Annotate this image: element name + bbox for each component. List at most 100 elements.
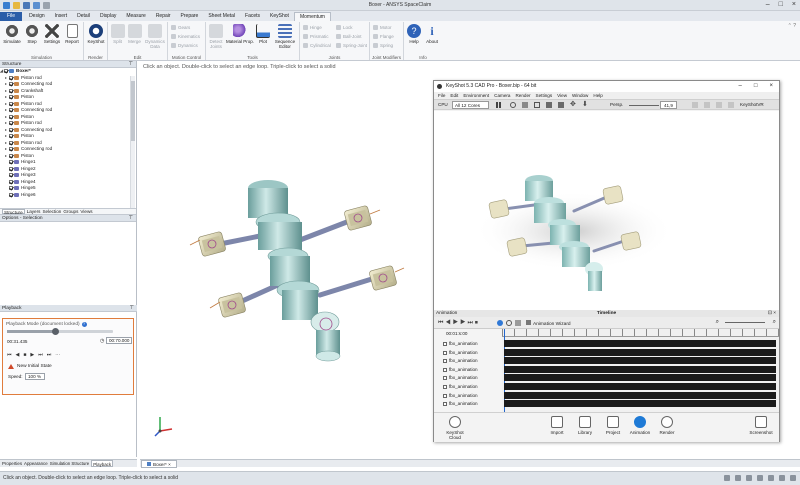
menu-render[interactable]: Render: [515, 92, 530, 99]
keyshot-button[interactable]: KeyShot: [86, 24, 106, 44]
step-button[interactable]: Step: [24, 24, 40, 44]
menu-camera[interactable]: Camera: [494, 92, 510, 99]
tab-groups[interactable]: Groups: [63, 209, 78, 214]
tab-keyshot[interactable]: KeyShot: [265, 12, 294, 21]
project-button[interactable]: Project: [602, 416, 624, 435]
tab-playback[interactable]: Playback: [91, 460, 114, 467]
track-checkbox[interactable]: [443, 393, 447, 398]
track-row[interactable]: fbx_animation: [443, 392, 478, 400]
track-checkbox[interactable]: [443, 402, 447, 407]
tool-icon-b[interactable]: [704, 102, 710, 108]
lock-camera-icon[interactable]: [546, 102, 552, 108]
skip-end-icon[interactable]: ⏭: [47, 352, 52, 358]
pause-icon[interactable]: [496, 102, 498, 108]
design-viewport[interactable]: [140, 74, 435, 456]
visibility-checkbox[interactable]: [9, 88, 13, 93]
tab-selection[interactable]: Selection: [42, 209, 61, 214]
timeline[interactable]: [502, 329, 779, 412]
visibility-checkbox[interactable]: [9, 108, 13, 113]
units-icon[interactable]: [779, 475, 785, 481]
tab-momentum[interactable]: Momentum: [293, 12, 331, 21]
zoom-in-icon[interactable]: ⌕: [773, 319, 776, 326]
tool-icon-a[interactable]: [692, 102, 698, 108]
visibility-checkbox[interactable]: [9, 121, 13, 126]
visibility-checkbox[interactable]: [9, 192, 13, 197]
record-icon[interactable]: [497, 320, 503, 326]
cylindrical-button[interactable]: Cylindrical: [303, 43, 331, 49]
visibility-checkbox[interactable]: [9, 127, 13, 132]
scrollbar-thumb[interactable]: [131, 81, 135, 141]
timeline-bar[interactable]: [504, 400, 776, 408]
visibility-checkbox[interactable]: [9, 160, 13, 165]
visibility-checkbox[interactable]: [9, 82, 13, 87]
menu-edit[interactable]: Edit: [450, 92, 458, 99]
ball-joint-button[interactable]: Ball-Joint: [336, 34, 362, 40]
zoom-out-icon[interactable]: ⌕: [716, 319, 719, 326]
display-icon[interactable]: [768, 475, 774, 481]
cpu-dropdown[interactable]: All 12 Cores: [452, 101, 490, 109]
keyshot-cloud-button[interactable]: KeyShot Cloud: [440, 416, 470, 440]
visibility-checkbox[interactable]: [9, 179, 13, 184]
import-button[interactable]: Import: [546, 416, 568, 435]
tab-sheet-metal[interactable]: Sheet Metal: [203, 12, 240, 21]
close-button[interactable]: ×: [792, 1, 796, 8]
visibility-checkbox[interactable]: [9, 134, 13, 139]
perspective-slider[interactable]: [629, 105, 659, 106]
visibility-checkbox[interactable]: [9, 101, 13, 106]
merge-button[interactable]: Merge: [126, 24, 143, 44]
dynamics-button[interactable]: Dynamics: [171, 43, 198, 49]
tab-simulation-structure[interactable]: Simulation Structure: [50, 460, 90, 467]
play-icon[interactable]: ▶: [30, 352, 34, 358]
menu-help[interactable]: Help: [593, 92, 602, 99]
visibility-checkbox[interactable]: [9, 114, 13, 119]
pin-icon[interactable]: ⊤: [129, 215, 133, 222]
settings-icon[interactable]: [522, 102, 528, 108]
timeline-bar[interactable]: [504, 365, 776, 373]
menu-window[interactable]: Window: [572, 92, 588, 99]
tab-detail[interactable]: Detail: [72, 12, 95, 21]
track-checkbox[interactable]: [443, 385, 447, 389]
snap-icon[interactable]: [746, 475, 752, 481]
visibility-checkbox[interactable]: [9, 75, 13, 80]
tab-measure[interactable]: Measure: [121, 12, 150, 21]
tab-layers[interactable]: Layers: [27, 209, 41, 214]
track-checkbox[interactable]: [443, 367, 447, 372]
material-prop-button[interactable]: Material Prop.: [226, 24, 254, 44]
perspective-field[interactable]: 41,9: [660, 101, 677, 109]
timeline-bar[interactable]: [504, 357, 776, 365]
tab-facets[interactable]: Facets: [240, 12, 265, 21]
pin-icon[interactable]: ⊤: [129, 61, 133, 68]
track-row[interactable]: fbx_animation: [443, 366, 478, 374]
menu-view[interactable]: View: [557, 92, 567, 99]
simulate-button[interactable]: Simulate: [3, 24, 21, 44]
detect-joints-button[interactable]: Detect Joints: [207, 24, 225, 49]
speed-field[interactable]: 100 %: [25, 373, 45, 380]
menu-file[interactable]: File: [438, 92, 445, 99]
panel-close-icon[interactable]: ⊡ ×: [768, 310, 776, 317]
plot-button[interactable]: Plot: [255, 24, 271, 44]
dynamics-data-button[interactable]: Dynamics Data: [144, 24, 166, 49]
report-button[interactable]: Report: [63, 24, 81, 44]
skip-start-icon[interactable]: ⏮: [7, 352, 12, 358]
tab-insert[interactable]: Insert: [50, 12, 73, 21]
keyshot-render-view[interactable]: [434, 111, 779, 310]
keyshotvr-button[interactable]: KeyShotVR: [740, 102, 764, 108]
timeline-bar[interactable]: [504, 340, 776, 347]
menu-settings[interactable]: Settings: [536, 92, 553, 99]
flange-button[interactable]: Flange: [373, 34, 394, 40]
library-button[interactable]: Library: [574, 416, 596, 435]
track-checkbox[interactable]: [443, 350, 447, 355]
tab-appearance[interactable]: Appearance: [24, 460, 48, 467]
animation-button[interactable]: Animation: [628, 416, 652, 435]
tab-display[interactable]: Display: [95, 12, 121, 21]
track-checkbox[interactable]: [443, 376, 447, 381]
track-row[interactable]: fbx_animation: [443, 400, 478, 408]
engine-model[interactable]: [140, 74, 435, 456]
track-row[interactable]: fbx_animation: [443, 340, 478, 348]
tab-repair[interactable]: Repair: [151, 12, 176, 21]
selection-filter-icon[interactable]: [724, 475, 730, 481]
track-row[interactable]: fbx_animation: [443, 357, 478, 365]
gears-button[interactable]: Gears: [171, 25, 190, 31]
settings-button[interactable]: Settings: [42, 24, 62, 44]
visibility-checkbox[interactable]: [9, 95, 13, 100]
